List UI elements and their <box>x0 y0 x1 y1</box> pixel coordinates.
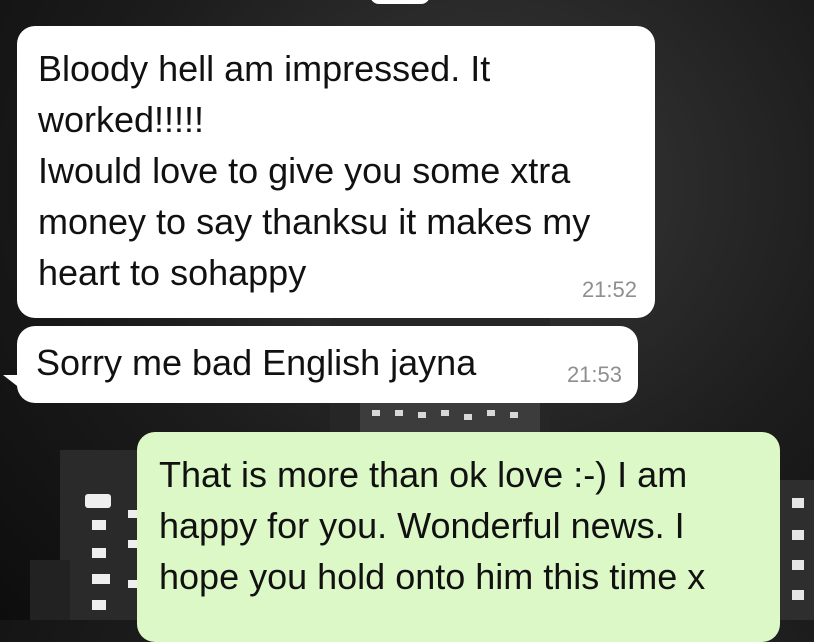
message-bubble-outgoing[interactable]: That is more than ok love :-) I am happy… <box>137 432 780 642</box>
message-text: Bloody hell am impressed. It worked!!!!!… <box>38 48 591 293</box>
message-bubble-incoming[interactable]: Bloody hell am impressed. It worked!!!!!… <box>17 26 655 318</box>
message-bubble-incoming[interactable]: Sorry me bad English jayna 21:53 <box>3 326 638 403</box>
previous-message-bubble-edge <box>370 0 430 4</box>
message-text: Sorry me bad English jayna <box>36 342 477 383</box>
message-timestamp: 21:53 <box>566 362 622 387</box>
message-text: That is more than ok love :-) I am happy… <box>159 454 706 597</box>
message-timestamp: 21:52 <box>581 277 637 302</box>
